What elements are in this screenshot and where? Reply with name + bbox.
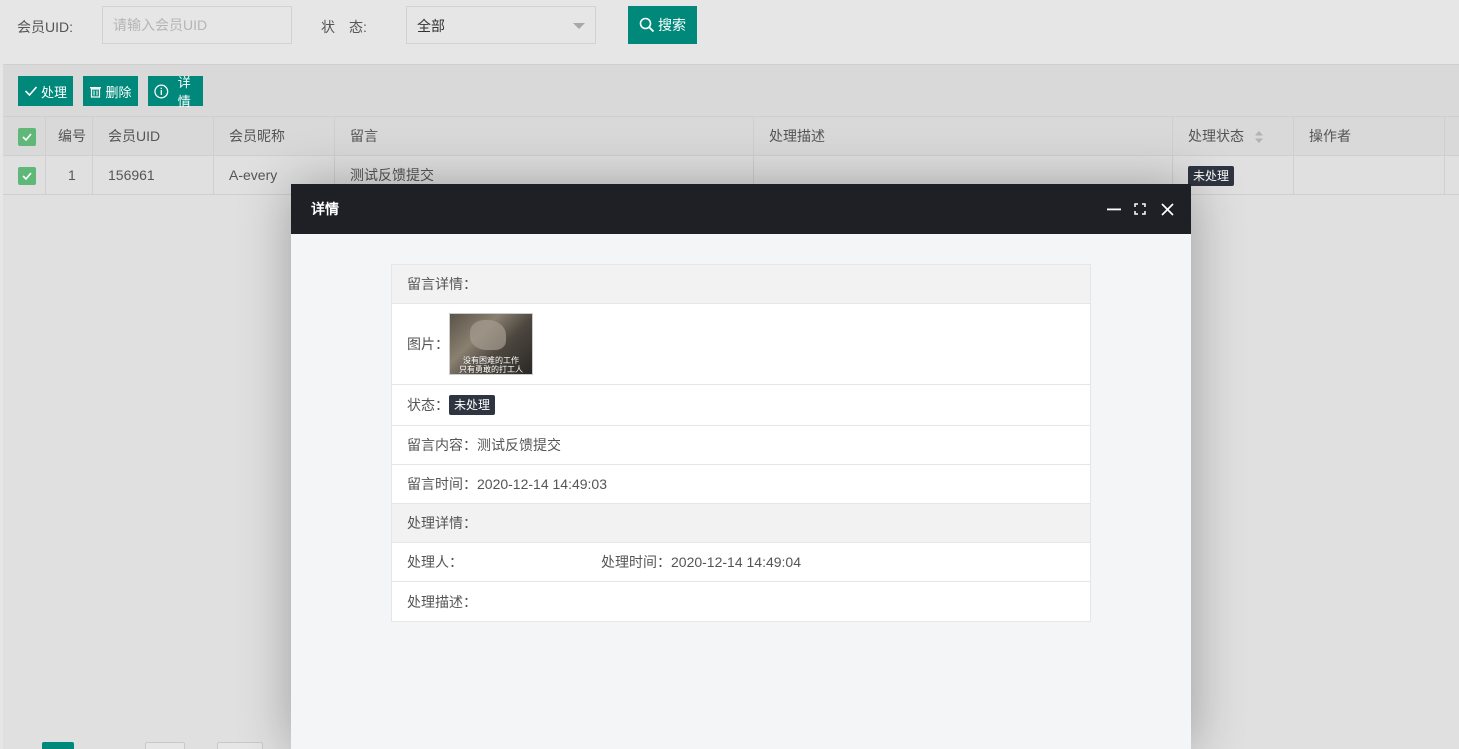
table-toolbar: 处理 删除 详情 xyxy=(3,65,1459,117)
header-id: 编号 xyxy=(46,117,93,156)
message-section-header: 留言详情： xyxy=(392,265,1090,304)
trash-icon xyxy=(90,86,102,98)
content-value: 测试反馈提交 xyxy=(477,437,561,453)
process-time-value: 2020-12-14 14:49:04 xyxy=(671,554,801,570)
handler-field: 处理人： xyxy=(407,552,601,572)
process-section-header: 处理详情： xyxy=(392,504,1090,543)
image-row: 图片： 没有困难的工作 只有勇敢的打工人 xyxy=(392,304,1090,385)
content-row: 留言内容： 测试反馈提交 xyxy=(392,426,1090,465)
detail-status-label: 状态： xyxy=(407,397,449,413)
header-nickname: 会员昵称 xyxy=(214,117,335,156)
close-icon[interactable] xyxy=(1159,201,1175,217)
header-checkbox-cell xyxy=(3,117,46,156)
check-icon xyxy=(24,86,38,97)
status-select-value: 全部 xyxy=(417,18,445,34)
message-section-title: 留言详情： xyxy=(407,276,477,292)
search-bar: 会员UID: 状 态: 全部 搜索 xyxy=(0,0,1459,64)
header-description: 处理描述 xyxy=(754,117,1173,156)
time-value: 2020-12-14 14:49:03 xyxy=(477,476,607,492)
uid-label: 会员UID: xyxy=(17,19,73,35)
cell-operator xyxy=(1294,156,1445,195)
maximize-icon[interactable] xyxy=(1132,201,1148,217)
header-message: 留言 xyxy=(335,117,754,156)
search-icon xyxy=(639,17,655,33)
feedback-image[interactable]: 没有困难的工作 只有勇敢的打工人 xyxy=(449,313,533,375)
sort-icon[interactable] xyxy=(1254,130,1264,144)
delete-button[interactable]: 删除 xyxy=(83,76,138,106)
check-icon xyxy=(22,172,32,181)
time-label: 留言时间： xyxy=(407,476,477,492)
check-icon xyxy=(22,133,32,142)
uid-search-input[interactable] xyxy=(102,6,292,44)
process-section-title: 处理详情： xyxy=(407,515,477,531)
modal-header: 详情 xyxy=(291,184,1191,234)
status-select[interactable]: 全部 xyxy=(406,6,596,44)
status-row: 状态： 未处理 xyxy=(392,385,1090,426)
cell-id: 1 xyxy=(46,156,93,195)
search-button[interactable]: 搜索 xyxy=(628,6,697,44)
search-button-label: 搜索 xyxy=(658,17,686,33)
table-header-row: 编号 会员UID 会员昵称 留言 处理描述 处理状态 操作者 xyxy=(3,117,1459,156)
header-uid: 会员UID xyxy=(93,117,214,156)
process-desc-row: 处理描述： xyxy=(392,582,1090,621)
image-label: 图片： xyxy=(407,336,449,352)
delete-button-label: 删除 xyxy=(105,84,132,100)
status-label: 状 态: xyxy=(321,19,367,35)
detail-button-label: 详情 xyxy=(177,75,191,109)
time-row: 留言时间： 2020-12-14 14:49:03 xyxy=(392,465,1090,504)
modal-title: 详情 xyxy=(311,201,339,217)
cell-status: 未处理 xyxy=(1173,156,1294,195)
chevron-down-icon xyxy=(573,23,585,29)
page-go-button[interactable] xyxy=(217,742,263,749)
info-icon xyxy=(154,84,169,98)
cell-uid: 156961 xyxy=(93,156,214,195)
page-input[interactable] xyxy=(145,742,185,749)
row-checkbox[interactable] xyxy=(18,167,36,185)
row-checkbox-cell xyxy=(3,156,46,195)
detail-button[interactable]: 详情 xyxy=(148,75,203,109)
handler-row: 处理人： 处理时间： 2020-12-14 14:49:04 xyxy=(392,543,1090,582)
image-figure xyxy=(470,320,506,350)
image-caption-line-1: 没有困难的工作 xyxy=(463,356,519,365)
minimize-icon[interactable] xyxy=(1106,201,1122,217)
detail-status-badge: 未处理 xyxy=(449,395,496,415)
process-button-label: 处理 xyxy=(41,84,68,100)
detail-modal: 详情 留言详情： 图片： 没有困难的工作 只有勇敢的打工人 状态： 未处理 留言… xyxy=(291,184,1191,749)
page-current[interactable] xyxy=(42,742,74,749)
process-time-label: 处理时间： xyxy=(601,554,671,570)
header-status-label: 处理状态 xyxy=(1188,128,1244,144)
header-status[interactable]: 处理状态 xyxy=(1173,117,1294,156)
select-all-checkbox[interactable] xyxy=(18,128,36,146)
image-caption-line-2: 只有勇敢的打工人 xyxy=(459,365,523,374)
status-badge: 未处理 xyxy=(1188,166,1235,187)
content-label: 留言内容： xyxy=(407,437,477,453)
process-desc-label: 处理描述： xyxy=(407,593,477,610)
detail-table: 留言详情： 图片： 没有困难的工作 只有勇敢的打工人 状态： 未处理 留言内容：… xyxy=(391,264,1091,622)
header-operator: 操作者 xyxy=(1294,117,1445,156)
handler-label: 处理人： xyxy=(407,554,463,570)
process-button[interactable]: 处理 xyxy=(18,76,73,106)
